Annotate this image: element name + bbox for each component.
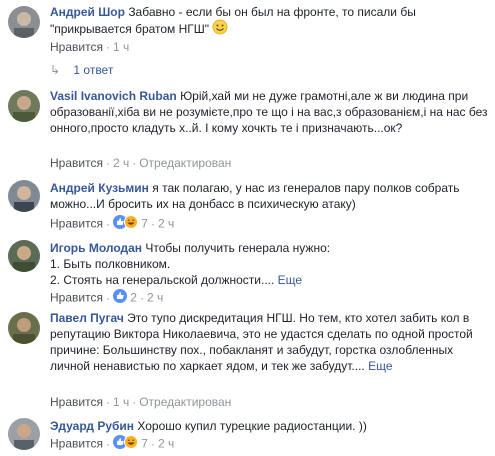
timestamp[interactable]: 2 ч: [158, 217, 174, 231]
haha-reaction-icon[interactable]: [123, 435, 138, 452]
comment-author[interactable]: Игорь Молодан: [50, 241, 142, 255]
avatar[interactable]: [8, 90, 40, 122]
comment-author[interactable]: Андрей Шор: [50, 5, 125, 19]
reaction-count[interactable]: 7: [141, 217, 148, 231]
edited-label[interactable]: Отредактирован: [139, 156, 231, 170]
avatar[interactable]: [8, 418, 40, 450]
see-more-link[interactable]: Еще: [368, 359, 392, 373]
timestamp[interactable]: 1 ч: [113, 40, 129, 54]
comment-text: Чтобы получить генерала нужно:: [145, 241, 331, 255]
comment-meta: Нравится · 7 · 2 ч: [50, 215, 175, 232]
comment-meta: Нравится · 2 ч · Отредактирован: [50, 156, 232, 170]
comment-text-line: 1. Быть полковником.: [50, 257, 171, 271]
like-link[interactable]: Нравится: [50, 291, 103, 305]
comment-body: Vasil Ivanovich Ruban Юрій,хай ми не дуж…: [50, 88, 489, 136]
comment-meta: Нравится · 1 ч: [50, 40, 130, 54]
reaction-count[interactable]: 2: [130, 291, 137, 305]
timestamp[interactable]: 2 ч: [113, 156, 129, 170]
avatar[interactable]: [8, 180, 40, 212]
comment-author[interactable]: Эдуард Рубин: [50, 419, 134, 433]
timestamp[interactable]: 2 ч: [147, 291, 163, 305]
comment-body: Эдуард Рубин Хорошо купил турецкие радио…: [50, 418, 489, 434]
reaction-count[interactable]: 7: [141, 437, 148, 451]
like-link[interactable]: Нравится: [50, 395, 103, 409]
smile-emoji-icon: [212, 19, 228, 39]
comment-text-line: 2. Стоять на генеральской должности....: [50, 273, 275, 287]
comment-body: Павел Пугач Это тупо дискредитация НГШ. …: [50, 310, 489, 374]
edited-label[interactable]: Отредактирован: [139, 395, 231, 409]
like-link[interactable]: Нравится: [50, 437, 103, 451]
comment-body: Игорь Молодан Чтобы получить генерала ну…: [50, 240, 489, 288]
haha-reaction-icon[interactable]: [123, 215, 138, 232]
comment-meta: Нравится · 2 · 2 ч: [50, 289, 164, 306]
see-more-link[interactable]: Еще: [278, 273, 302, 287]
view-replies[interactable]: ↳ 1 ответ: [50, 63, 113, 77]
avatar[interactable]: [8, 6, 40, 38]
comment-meta: Нравится · 1 ч · Отредактирован: [50, 395, 232, 409]
timestamp[interactable]: 1 ч: [113, 395, 129, 409]
avatar[interactable]: [8, 240, 40, 272]
comment-author[interactable]: Андрей Кузьмин: [50, 181, 149, 195]
comment-body: Андрей Шор Забавно - если бы он был на ф…: [50, 4, 489, 40]
comment-author[interactable]: Vasil Ivanovich Ruban: [50, 89, 177, 103]
comment-meta: Нравится · 7 · 2 ч: [50, 435, 175, 452]
comment-text: Хорошо купил турецкие радиостанции. )): [137, 419, 367, 433]
timestamp[interactable]: 2 ч: [158, 437, 174, 451]
comment-author[interactable]: Павел Пугач: [50, 311, 124, 325]
like-link[interactable]: Нравится: [50, 40, 103, 54]
avatar[interactable]: [8, 312, 40, 344]
comment-body: Андрей Кузьмин я так полагаю, у нас из г…: [50, 180, 489, 212]
like-reaction-icon[interactable]: [112, 289, 127, 306]
replies-count[interactable]: 1 ответ: [73, 63, 113, 77]
like-link[interactable]: Нравится: [50, 156, 103, 170]
like-link[interactable]: Нравится: [50, 217, 103, 231]
reply-arrow-icon: ↳: [50, 63, 61, 77]
